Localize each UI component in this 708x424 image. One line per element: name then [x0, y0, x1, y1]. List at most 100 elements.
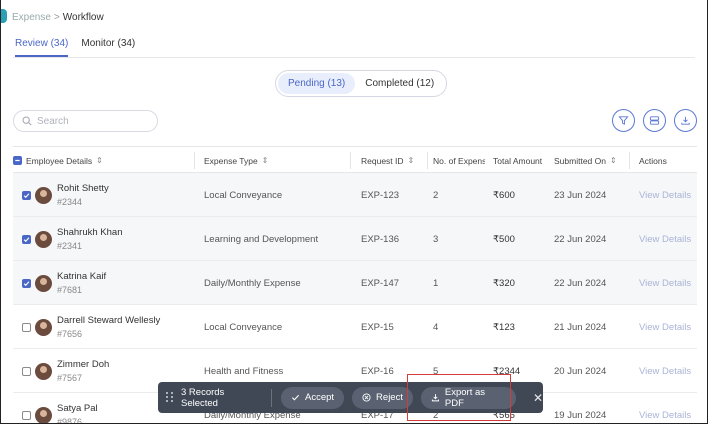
col-no-of-expenses: No. of Expenses	[433, 147, 485, 174]
view-details-link[interactable]: View Details	[639, 349, 691, 393]
accept-label: Accept	[305, 392, 335, 403]
employee-cell: Rohit Shetty #2344	[35, 173, 109, 217]
columns-icon	[649, 116, 660, 125]
submitted-date: 22 Jun 2024	[554, 233, 607, 245]
row-checkbox[interactable]	[22, 366, 31, 376]
drag-handle-icon[interactable]	[166, 392, 174, 403]
employee-name: Satya Pal	[57, 403, 98, 414]
column-divider	[194, 152, 195, 169]
export-pdf-button[interactable]: Export as PDF	[420, 386, 516, 409]
search-input[interactable]	[37, 115, 147, 127]
select-all-checkbox[interactable]	[13, 156, 22, 165]
employee-id: #7681	[57, 285, 83, 295]
segment-completed[interactable]: Completed (12)	[355, 73, 444, 94]
row-checkbox[interactable]	[22, 234, 31, 244]
employee-id: #7656	[57, 329, 83, 339]
sort-icon[interactable]: ⇕	[408, 156, 415, 165]
tab-monitor[interactable]: Monitor (34)	[81, 38, 135, 57]
accept-button[interactable]: Accept	[281, 386, 345, 409]
segment-pending[interactable]: Pending (13)	[278, 73, 356, 94]
view-details-link[interactable]: View Details	[639, 261, 691, 305]
tab-review[interactable]: Review (34)	[15, 38, 69, 57]
expense-type: Local Conveyance	[204, 189, 283, 201]
row-checkbox[interactable]	[22, 410, 31, 420]
col-submitted-on: Submitted On ⇕	[554, 147, 626, 174]
column-divider	[629, 152, 630, 169]
selected-count: 3 Records Selected	[181, 386, 225, 409]
filter-button[interactable]	[612, 109, 635, 132]
employee-id: #2344	[57, 197, 83, 207]
table-header: Employee Details ⇕ Expense Type ⇕ Reques…	[13, 146, 697, 173]
employee-name: Zimmer Doh	[57, 359, 110, 370]
row-checkbox-cell	[22, 261, 31, 305]
view-details-link[interactable]: View Details	[639, 393, 691, 423]
filter-icon	[618, 116, 629, 125]
employee-id: #9876	[57, 417, 83, 424]
row-checkbox[interactable]	[22, 190, 31, 200]
col-expense-type: Expense Type ⇕	[204, 147, 344, 174]
column-divider	[350, 152, 351, 169]
reject-circle-icon	[362, 393, 371, 402]
col-label-submitted-on: Submitted On	[554, 155, 606, 166]
employee-cell: Katrina Kaif #7681	[35, 261, 106, 305]
close-icon[interactable]: ✕	[533, 391, 543, 405]
expense-type: Daily/Monthly Expense	[204, 277, 301, 289]
table-row[interactable]: Shahrukh Khan #2341 Learning and Develop…	[13, 217, 697, 261]
reject-label: Reject	[376, 392, 403, 403]
avatar	[35, 362, 52, 380]
row-checkbox-cell	[22, 173, 31, 217]
request-id: EXP-147	[361, 277, 400, 289]
export-label: Export as PDF	[444, 386, 486, 409]
employee-name: Katrina Kaif	[57, 271, 107, 282]
table-row[interactable]: Katrina Kaif #7681 Daily/Monthly Expense…	[13, 261, 697, 305]
expense-count: 2	[433, 189, 439, 201]
avatar	[35, 318, 52, 336]
request-id: EXP-15	[361, 321, 394, 333]
expense-type: Learning and Development	[204, 233, 319, 245]
employee-cell: Shahrukh Khan #2341	[35, 217, 123, 261]
employee-cell: Satya Pal #9876	[35, 393, 98, 424]
expense-count: 3	[433, 233, 439, 245]
view-details-link[interactable]: View Details	[639, 305, 691, 349]
columns-button[interactable]	[643, 109, 666, 132]
submitted-date: 22 Jun 2024	[554, 277, 607, 289]
total-amount: ₹500	[493, 233, 515, 245]
reject-button[interactable]: Reject	[352, 386, 413, 409]
request-id: EXP-136	[361, 233, 400, 245]
breadcrumb: Expense > Workflow	[12, 12, 104, 23]
breadcrumb-parent[interactable]: Expense	[12, 12, 51, 23]
sort-icon[interactable]: ⇕	[262, 156, 269, 165]
download-button[interactable]	[674, 109, 697, 132]
check-icon	[291, 394, 300, 401]
employee-cell: Zimmer Doh #7567	[35, 349, 109, 393]
avatar	[35, 274, 52, 292]
view-details-link[interactable]: View Details	[639, 173, 691, 217]
expense-count: 1	[433, 277, 439, 289]
col-label-employee: Employee Details	[26, 155, 93, 166]
download-icon	[431, 394, 439, 402]
employee-id: #7567	[57, 373, 83, 383]
row-checkbox-cell	[22, 349, 31, 393]
avatar	[35, 406, 52, 423]
expense-count: 4	[433, 321, 439, 333]
logo-fragment	[1, 9, 7, 23]
total-amount: ₹320	[493, 277, 515, 289]
employee-cell: Darrell Steward Wellesly #7656	[35, 305, 160, 349]
col-label-expense-type: Expense Type	[204, 155, 258, 166]
download-icon	[681, 116, 690, 125]
col-employee-details: Employee Details ⇕	[13, 147, 193, 174]
total-amount: ₹600	[493, 189, 515, 201]
row-checkbox-cell	[22, 217, 31, 261]
employee-name: Darrell Steward Wellesly	[57, 315, 161, 326]
row-checkbox[interactable]	[22, 322, 31, 332]
submitted-date: 23 Jun 2024	[554, 189, 607, 201]
table-row[interactable]: Darrell Steward Wellesly #7656 Local Con…	[13, 305, 697, 349]
search-box[interactable]	[13, 110, 158, 132]
row-checkbox[interactable]	[22, 278, 31, 288]
table-row[interactable]: Rohit Shetty #2344 Local Conveyance EXP-…	[13, 173, 697, 217]
sort-icon[interactable]: ⇕	[96, 156, 103, 165]
view-details-link[interactable]: View Details	[639, 217, 691, 261]
sort-icon[interactable]: ⇕	[610, 156, 617, 165]
request-id: EXP-123	[361, 189, 400, 201]
col-label-no-of-expenses: No. of Expenses	[433, 155, 485, 166]
